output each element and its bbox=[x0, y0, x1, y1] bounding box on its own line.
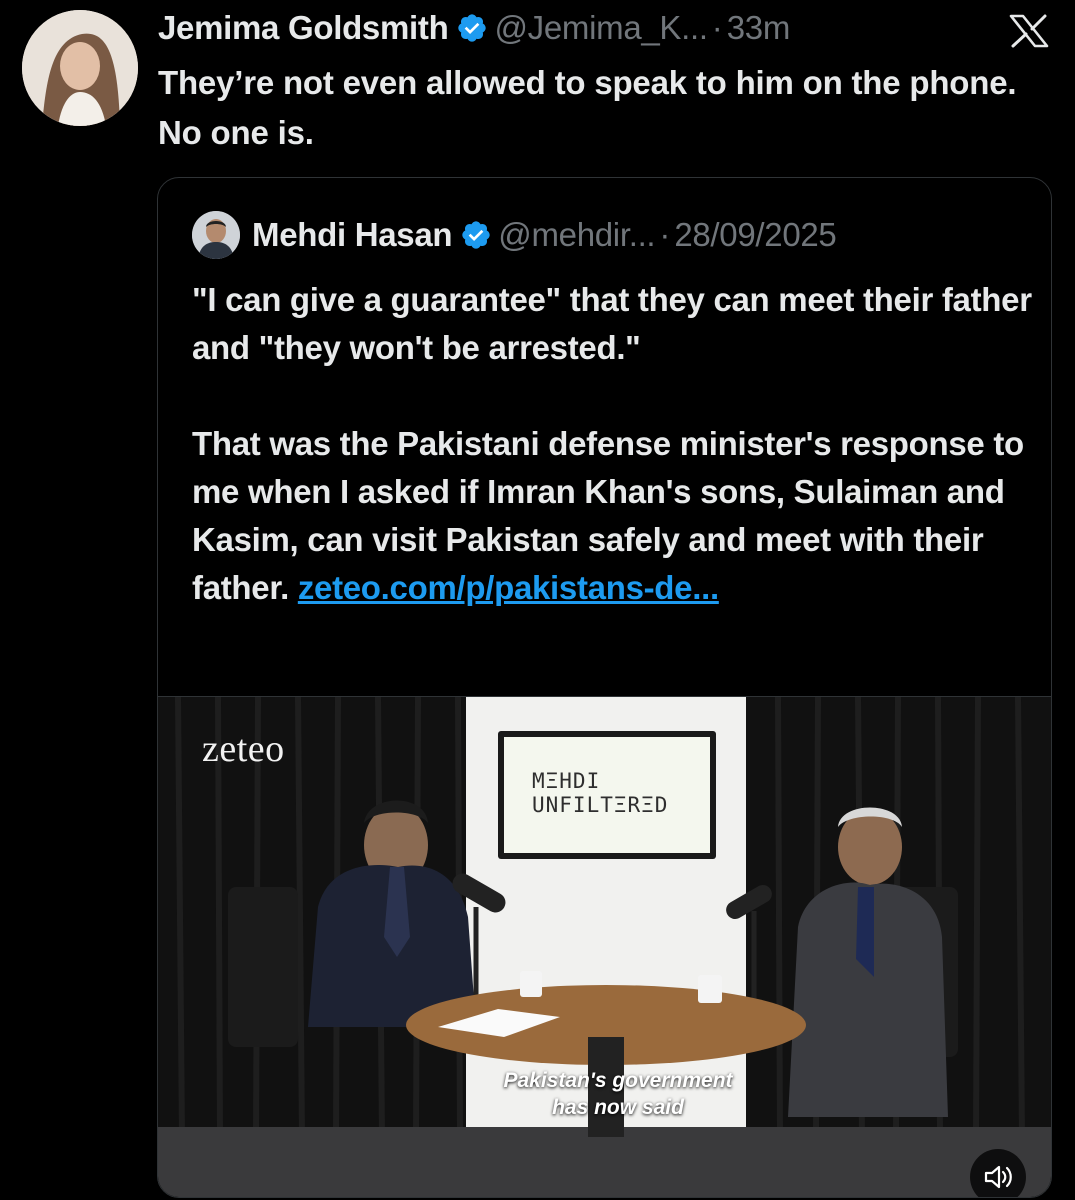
quoted-paragraph-1: "I can give a guarantee" that they can m… bbox=[192, 281, 1032, 366]
screen-title: MΞHDI UNFILTΞRΞD bbox=[532, 769, 669, 817]
caption-line-2: has now said bbox=[552, 1096, 684, 1119]
author-handle[interactable]: @Jemima_K... bbox=[494, 9, 708, 47]
quoted-tweet-date[interactable]: 28/09/2025 bbox=[674, 216, 836, 254]
screen-line-2: UNFILTΞRΞD bbox=[532, 793, 669, 817]
quoted-paragraph-2: That was the Pakistani defense minister'… bbox=[192, 420, 1042, 612]
quoted-tweet-header: Mehdi Hasan @mehdir... · 28/09/2025 bbox=[252, 212, 837, 258]
article-link[interactable]: zeteo.com/p/pakistans-de... bbox=[298, 569, 719, 606]
separator-dot: · bbox=[659, 216, 671, 253]
author-avatar[interactable] bbox=[22, 10, 138, 126]
x-close-icon[interactable] bbox=[1008, 14, 1050, 48]
verified-badge-icon bbox=[456, 12, 488, 44]
quoted-author-avatar[interactable] bbox=[192, 211, 240, 259]
tweet-header: Jemima Goldsmith @Jemima_K... · 33m bbox=[158, 6, 790, 50]
author-name[interactable]: Jemima Goldsmith bbox=[158, 9, 449, 47]
separator-dot: · bbox=[711, 9, 723, 46]
quoted-avatar-photo bbox=[192, 211, 240, 259]
tweet-text: They’re not even allowed to speak to him… bbox=[158, 64, 1017, 151]
avatar-photo bbox=[22, 10, 138, 126]
zeteo-logo: zeteo bbox=[202, 728, 285, 770]
video-caption: Pakistan's government has now said bbox=[458, 1067, 778, 1121]
speaker-muted-icon[interactable] bbox=[970, 1149, 1026, 1197]
video-player[interactable]: zeteo MΞHDI UNFILTΞRΞD Pakistan's govern… bbox=[158, 696, 1051, 1197]
tweet-timestamp[interactable]: 33m bbox=[727, 9, 791, 47]
quoted-tweet-text: "I can give a guarantee" that they can m… bbox=[192, 276, 1042, 612]
screen-line-1: MΞHDI bbox=[532, 769, 601, 793]
quoted-author-name[interactable]: Mehdi Hasan bbox=[252, 216, 453, 254]
quoted-author-handle[interactable]: @mehdir... bbox=[498, 216, 655, 254]
caption-line-1: Pakistan's government bbox=[503, 1069, 733, 1092]
quoted-tweet-card[interactable]: Mehdi Hasan @mehdir... · 28/09/2025 "I c… bbox=[157, 177, 1052, 1198]
verified-badge-icon bbox=[460, 219, 492, 251]
